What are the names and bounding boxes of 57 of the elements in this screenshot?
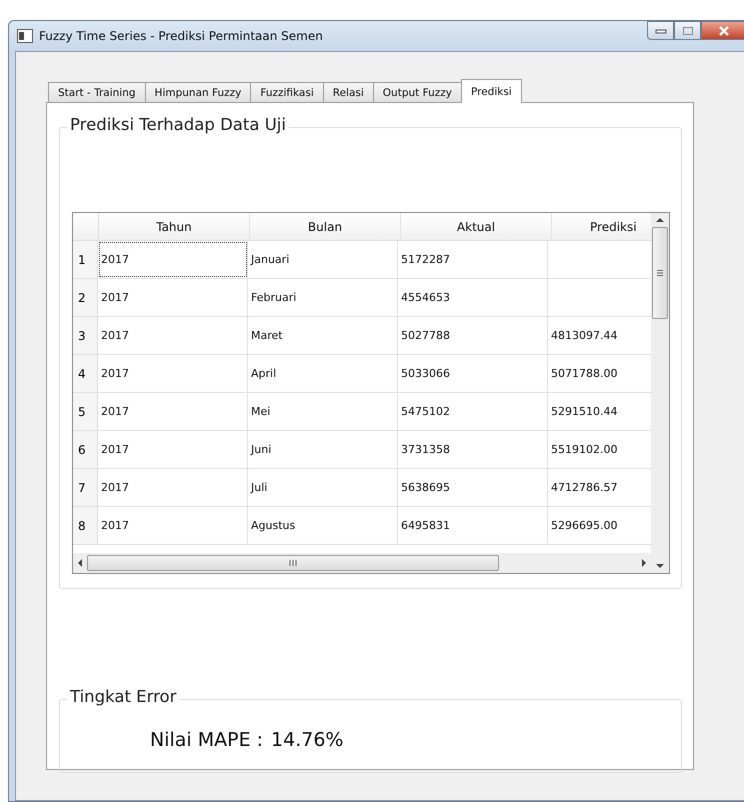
table-cell: Juli <box>248 469 398 506</box>
table-cell: Februari <box>248 279 398 316</box>
table-cell: 2017 <box>98 507 248 544</box>
tab[interactable]: Relasi <box>322 82 374 102</box>
row-header: 6 <box>73 431 98 468</box>
table-cell: 5475102 <box>398 393 548 430</box>
row-header: 8 <box>73 507 98 544</box>
table-cell: Maret <box>248 317 398 354</box>
maximize-icon <box>682 26 694 36</box>
vertical-scrollbar[interactable] <box>651 213 669 573</box>
tab[interactable]: Prediksi <box>460 79 522 103</box>
close-icon <box>718 26 730 36</box>
table-cell: 2017 <box>98 317 248 354</box>
minimize-icon <box>654 28 666 34</box>
table-cell: 5172287 <box>398 241 548 278</box>
table-cell: 2017 <box>98 431 248 468</box>
tab[interactable]: Output Fuzzy <box>372 82 462 102</box>
mape-label: Nilai MAPE : <box>150 729 264 751</box>
close-button[interactable] <box>701 21 744 40</box>
group-title: Prediksi Terhadap Data Uji <box>67 115 289 134</box>
row-header: 3 <box>73 317 98 354</box>
column-header[interactable]: Tahun <box>99 213 250 240</box>
tab[interactable]: Himpunan Fuzzy <box>144 82 252 102</box>
row-header: 4 <box>73 355 98 392</box>
column-header[interactable]: Bulan <box>250 213 401 240</box>
table-cell: Agustus <box>248 507 398 544</box>
row-header: 1 <box>73 241 98 278</box>
table-cell: 2017 <box>98 393 248 430</box>
table-cell: 6495831 <box>398 507 548 544</box>
grip-icon <box>656 269 664 277</box>
mape-value: 14.76% <box>271 729 344 751</box>
table-cell: April <box>248 355 398 392</box>
horizontal-scrollbar[interactable] <box>73 553 651 573</box>
row-header: 2 <box>73 279 98 316</box>
table-cell: 5027788 <box>398 317 548 354</box>
minimize-button[interactable] <box>647 21 674 40</box>
table-cell: 5638695 <box>398 469 548 506</box>
grip-icon <box>288 559 298 567</box>
table-cell: 2017 <box>98 355 248 392</box>
tab[interactable]: Start - Training <box>48 82 146 102</box>
row-header: 5 <box>73 393 98 430</box>
column-header[interactable]: Aktual <box>401 213 552 240</box>
table-cell: Mei <box>248 393 398 430</box>
table-cell: 5033066 <box>398 355 548 392</box>
maximize-button[interactable] <box>674 21 701 40</box>
tab[interactable]: Fuzzifikasi <box>250 82 324 102</box>
table-cell: 4554653 <box>398 279 548 316</box>
table-cell: 2017 <box>98 469 248 506</box>
table-cell: 3731358 <box>398 431 548 468</box>
table-cell: 2017 <box>98 241 248 278</box>
window-title: Fuzzy Time Series - Prediksi Permintaan Semen <box>39 29 323 43</box>
table-cell: Januari <box>248 241 398 278</box>
group-title: Tingkat Error <box>67 687 180 706</box>
table-cell: 2017 <box>98 279 248 316</box>
row-header: 7 <box>73 469 98 506</box>
app-icon <box>17 29 33 43</box>
table-cell: Juni <box>248 431 398 468</box>
